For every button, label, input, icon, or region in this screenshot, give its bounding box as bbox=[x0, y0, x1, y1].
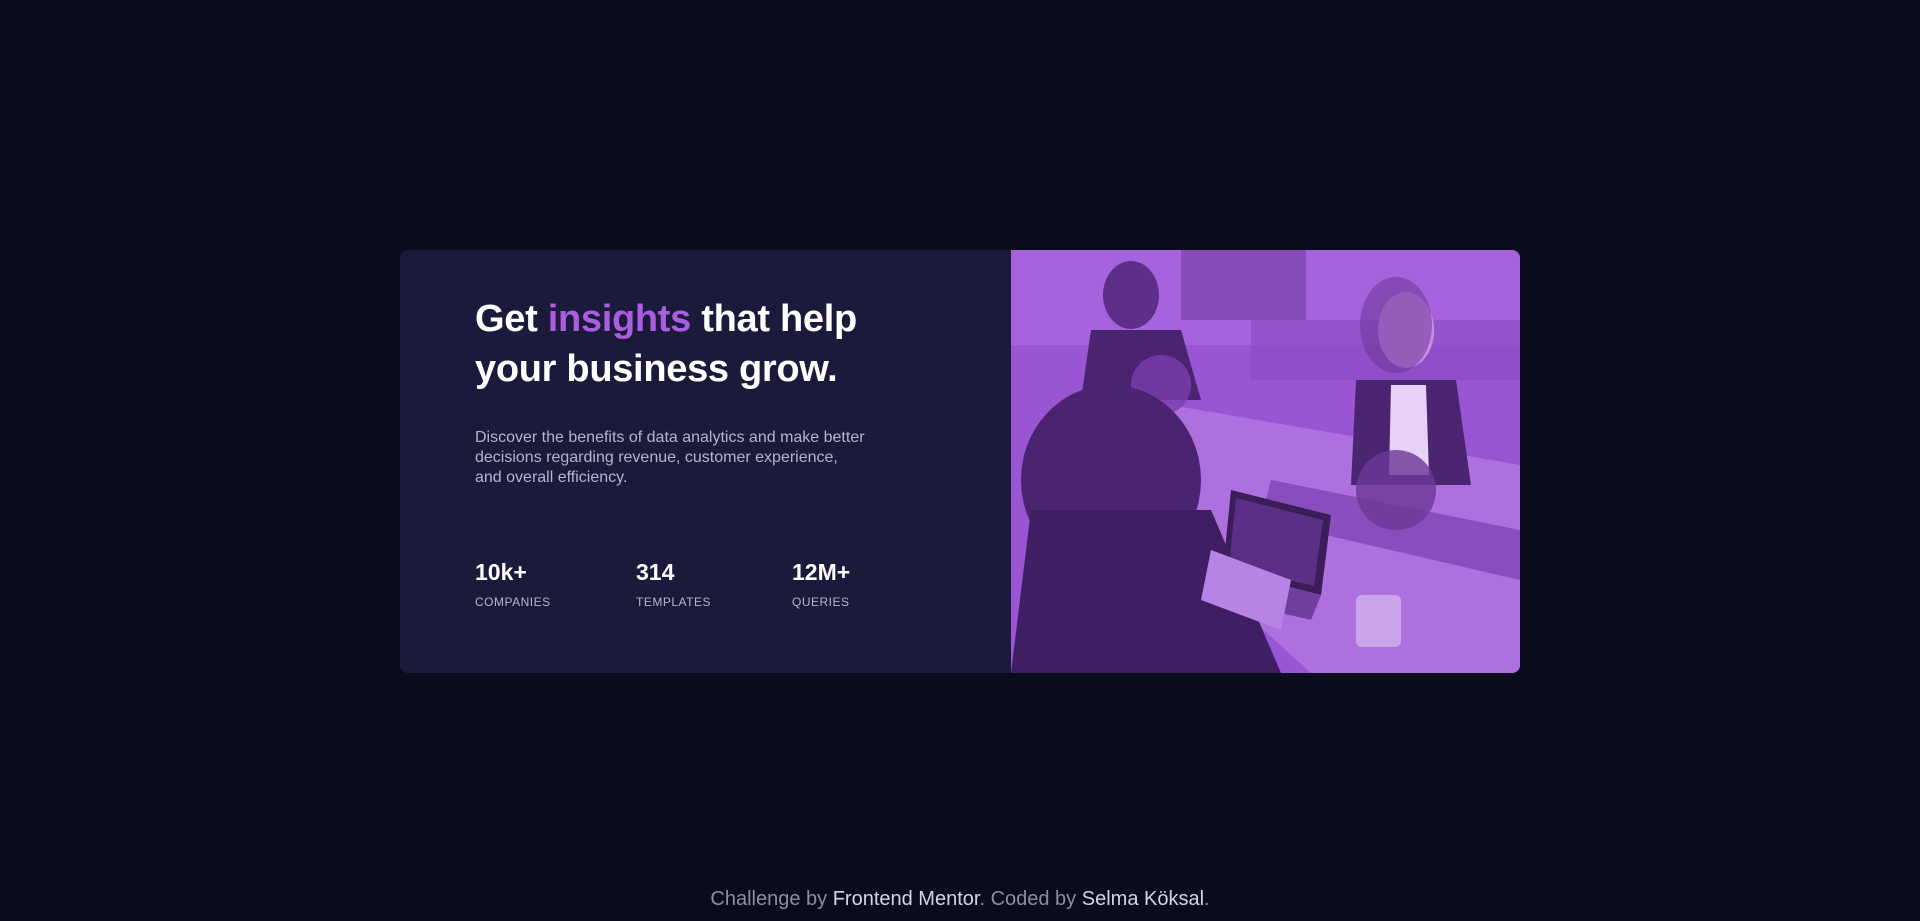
stat-templates: 314 TEMPLATES bbox=[636, 557, 792, 609]
stat-companies: 10k+ COMPANIES bbox=[475, 557, 636, 609]
attribution: Challenge by Frontend Mentor. Coded by S… bbox=[0, 886, 1920, 912]
description: Discover the benefits of data analytics … bbox=[475, 429, 865, 486]
stats-preview-card: Get insights that help your business gro… bbox=[400, 250, 1520, 673]
stats-row: 10k+ COMPANIES 314 TEMPLATES 12M+ QUERIE… bbox=[475, 557, 912, 609]
attribution-middle: . Coded by bbox=[979, 888, 1082, 910]
headline-accent: insights bbox=[547, 298, 692, 340]
stat-label: TEMPLATES bbox=[636, 595, 711, 609]
attribution-prefix: Challenge by bbox=[710, 888, 833, 910]
stat-queries: 12M+ QUERIES bbox=[792, 557, 912, 609]
author-link[interactable]: Selma Köksal bbox=[1082, 888, 1204, 910]
stat-label: COMPANIES bbox=[475, 595, 551, 609]
stat-label: QUERIES bbox=[792, 595, 850, 609]
office-team-photo bbox=[1011, 250, 1520, 673]
stat-value: 10k+ bbox=[475, 559, 527, 585]
headline: Get insights that help your business gro… bbox=[475, 294, 945, 394]
headline-start: Get bbox=[475, 298, 548, 340]
card-text-section: Get insights that help your business gro… bbox=[400, 250, 1011, 673]
attribution-suffix: . bbox=[1204, 888, 1210, 910]
header-image bbox=[1011, 250, 1520, 673]
frontend-mentor-link[interactable]: Frontend Mentor bbox=[833, 888, 980, 910]
stat-value: 12M+ bbox=[792, 559, 851, 585]
stat-value: 314 bbox=[636, 559, 675, 585]
